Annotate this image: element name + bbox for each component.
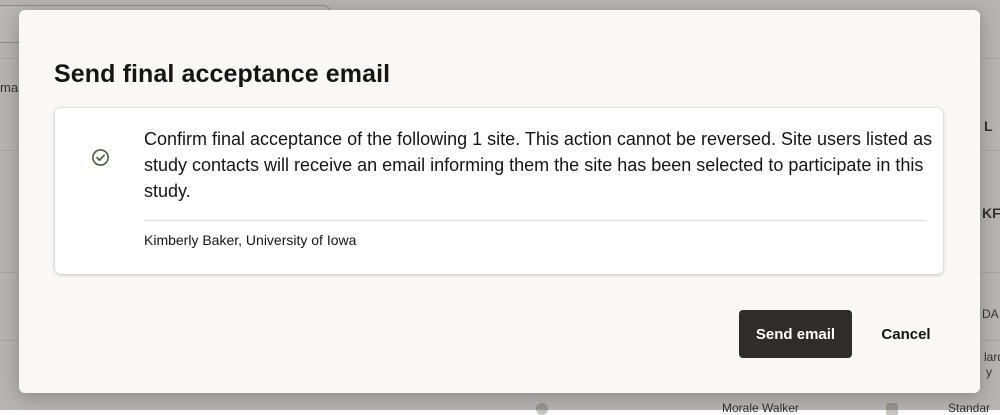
site-list-item: Kimberly Baker, University of Iowa xyxy=(144,232,357,248)
dialog-title: Send final acceptance email xyxy=(54,60,391,88)
card-divider xyxy=(144,220,926,221)
cancel-button[interactable]: Cancel xyxy=(866,310,946,358)
send-email-button[interactable]: Send email xyxy=(739,310,852,358)
send-acceptance-dialog: Send final acceptance email Confirm fina… xyxy=(19,10,980,393)
confirmation-message: Confirm final acceptance of the followin… xyxy=(144,129,933,201)
confirmation-message-card: Confirm final acceptance of the followin… xyxy=(55,108,943,274)
check-circle-icon xyxy=(91,148,110,167)
